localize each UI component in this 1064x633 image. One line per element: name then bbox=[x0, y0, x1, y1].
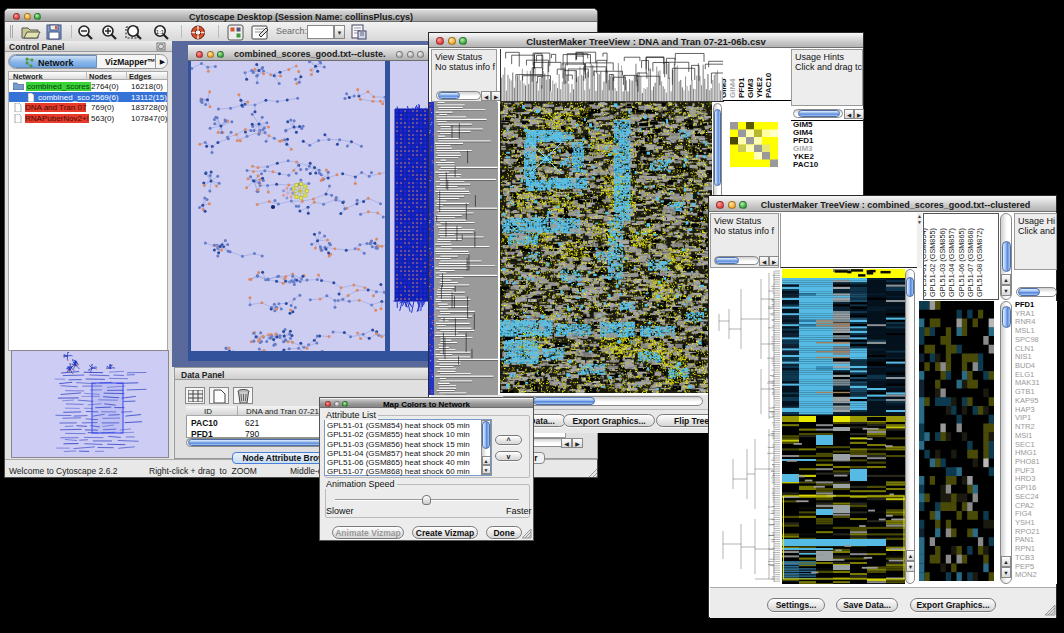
svg-text:1:1: 1:1 bbox=[156, 29, 165, 35]
